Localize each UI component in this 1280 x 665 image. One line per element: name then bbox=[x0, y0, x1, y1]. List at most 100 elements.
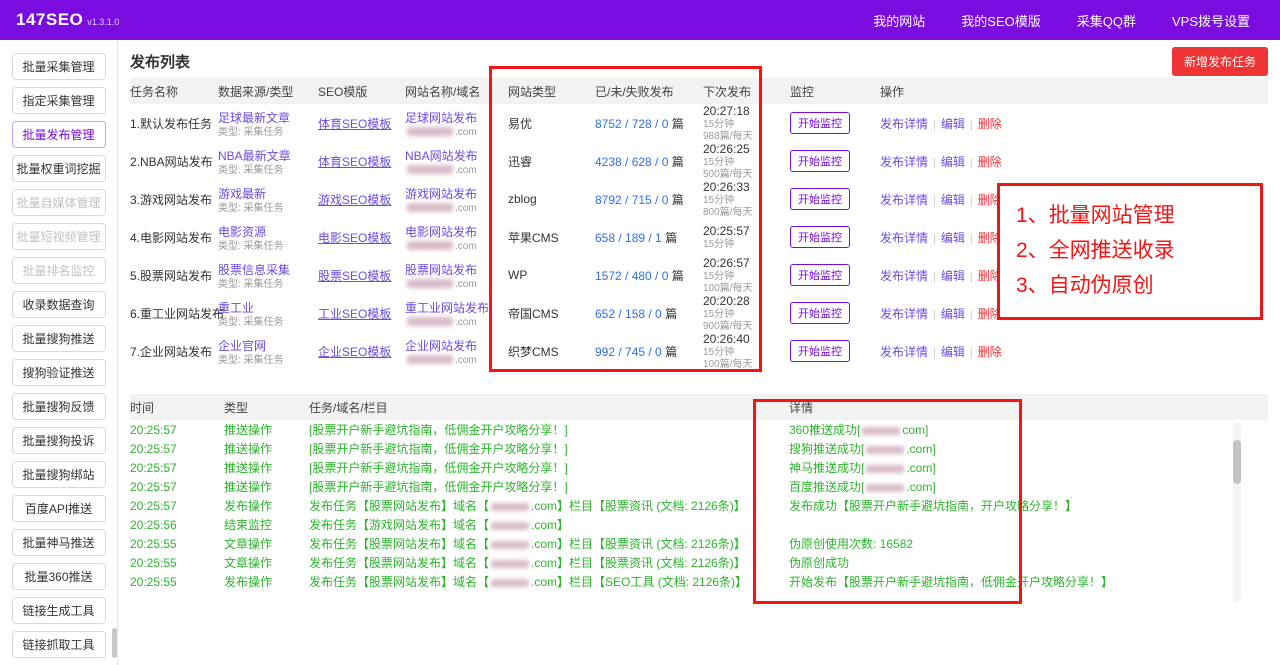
start-monitor-button[interactable]: 开始监控 bbox=[790, 340, 850, 362]
site-name-link[interactable]: 重工业网站发布 bbox=[405, 301, 489, 315]
edit-link[interactable]: 编辑 bbox=[941, 117, 965, 131]
data-source-link[interactable]: 重工业 bbox=[218, 301, 254, 315]
site-name-link[interactable]: 足球网站发布 bbox=[405, 111, 477, 125]
sidebar-item[interactable]: 批量360推送 bbox=[11, 563, 106, 590]
start-monitor-button[interactable]: 开始监控 bbox=[790, 112, 850, 134]
sidebar-item[interactable]: 批量搜狗投诉 bbox=[11, 427, 106, 454]
publish-detail-link[interactable]: 发布详情 bbox=[880, 231, 928, 245]
start-monitor-button[interactable]: 开始监控 bbox=[790, 226, 850, 248]
seo-template-link[interactable]: 体育SEO模板 bbox=[318, 155, 391, 169]
header-nav-item[interactable]: 我的SEO模版 bbox=[961, 11, 1040, 30]
data-source-link[interactable]: 企业官网 bbox=[218, 339, 266, 353]
site-name-link[interactable]: 电影网站发布 bbox=[405, 225, 477, 239]
sidebar-item[interactable]: 链接生成工具 bbox=[11, 597, 106, 624]
seo-template-link[interactable]: 电影SEO模板 bbox=[318, 231, 391, 245]
next-publish-time: 20:26:25 bbox=[703, 141, 750, 156]
publish-detail-link[interactable]: 发布详情 bbox=[880, 193, 928, 207]
task-name: 1.默认发布任务 bbox=[130, 116, 213, 131]
data-source-link[interactable]: NBA最新文章 bbox=[218, 149, 291, 163]
sidebar-item[interactable]: 百度API推送 bbox=[11, 495, 106, 522]
delete-link[interactable]: 删除 bbox=[978, 155, 1002, 169]
sidebar-item[interactable]: 链接抓取工具 bbox=[11, 631, 106, 658]
sidebar-item[interactable]: 批量神马推送 bbox=[11, 529, 106, 556]
data-source-link[interactable]: 足球最新文章 bbox=[218, 111, 290, 125]
edit-link[interactable]: 编辑 bbox=[941, 345, 965, 359]
redacted-domain bbox=[407, 203, 453, 213]
edit-link[interactable]: 编辑 bbox=[941, 193, 965, 207]
site-name-link[interactable]: 游戏网站发布 bbox=[405, 187, 477, 201]
redacted-domain bbox=[866, 464, 905, 473]
seo-template-link[interactable]: 工业SEO模板 bbox=[318, 307, 391, 321]
separator: | bbox=[933, 232, 936, 245]
log-table: 时间 类型 任务/域名/栏目 详情 20:25:57 推送操作 [股票开户新手避坑指南，低… bbox=[130, 394, 1268, 600]
sidebar-item[interactable]: 批量发布管理 bbox=[11, 121, 106, 148]
delete-link[interactable]: 删除 bbox=[978, 307, 1002, 321]
site-name-link[interactable]: 股票网站发布 bbox=[405, 263, 477, 277]
sidebar-item[interactable]: 批量搜狗反馈 bbox=[11, 393, 106, 420]
data-source-cell: 重工业 类型: 采集任务 bbox=[218, 299, 318, 328]
log-scrollbar[interactable] bbox=[1233, 422, 1241, 602]
publish-table-row: 4.电影网站发布 电影资源 类型: 采集任务 电影SEO模板 电影网站发布 .com 苹果C… bbox=[130, 218, 1268, 256]
separator: | bbox=[933, 194, 936, 207]
monitor-cell: 开始监控 bbox=[790, 150, 880, 172]
publish-detail-link[interactable]: 发布详情 bbox=[880, 155, 928, 169]
sidebar-item[interactable]: 批量权重词挖掘 bbox=[11, 155, 106, 182]
sidebar-item: 批量自媒体管理 bbox=[11, 189, 106, 216]
seo-template-link[interactable]: 游戏SEO模板 bbox=[318, 193, 391, 207]
next-publish-cell: 20:26:57 15分钟 100篇/每天 bbox=[703, 256, 790, 294]
counts-unit: 篇 bbox=[668, 192, 684, 207]
edit-link[interactable]: 编辑 bbox=[941, 231, 965, 245]
edit-link[interactable]: 编辑 bbox=[941, 269, 965, 283]
delete-link[interactable]: 删除 bbox=[978, 117, 1002, 131]
header-nav-item[interactable]: 采集QQ群 bbox=[1077, 11, 1136, 30]
publish-detail-link[interactable]: 发布详情 bbox=[880, 117, 928, 131]
app-version: v1.3.1.0 bbox=[87, 17, 120, 27]
title-row: 发布列表 新增发布任务 bbox=[130, 40, 1268, 78]
data-source-link[interactable]: 电影资源 bbox=[218, 225, 266, 239]
publish-detail-link[interactable]: 发布详情 bbox=[880, 269, 928, 283]
publish-detail-link[interactable]: 发布详情 bbox=[880, 345, 928, 359]
sidebar-item[interactable]: 搜狗验证推送 bbox=[11, 359, 106, 386]
seo-template-link[interactable]: 体育SEO模板 bbox=[318, 117, 391, 131]
delete-link[interactable]: 删除 bbox=[978, 269, 1002, 283]
sidebar-item[interactable]: 批量搜狗推送 bbox=[11, 325, 106, 352]
counts-unit: 篇 bbox=[668, 116, 684, 131]
site-name-link[interactable]: NBA网站发布 bbox=[405, 149, 478, 163]
publish-table-row: 1.默认发布任务 足球最新文章 类型: 采集任务 体育SEO模板 足球网站发布 .com 易… bbox=[130, 104, 1268, 142]
edit-link[interactable]: 编辑 bbox=[941, 155, 965, 169]
publish-detail-link[interactable]: 发布详情 bbox=[880, 307, 928, 321]
data-source-link[interactable]: 游戏最新 bbox=[218, 187, 266, 201]
sidebar-item[interactable]: 批量搜狗绑站 bbox=[11, 461, 106, 488]
start-monitor-button[interactable]: 开始监控 bbox=[790, 264, 850, 286]
new-task-button[interactable]: 新增发布任务 bbox=[1171, 46, 1268, 76]
start-monitor-button[interactable]: 开始监控 bbox=[790, 150, 850, 172]
delete-link[interactable]: 删除 bbox=[978, 231, 1002, 245]
redacted-domain bbox=[866, 445, 905, 454]
edit-link[interactable]: 编辑 bbox=[941, 307, 965, 321]
cms-type: 易优 bbox=[508, 116, 533, 131]
log-scrollbar-thumb[interactable] bbox=[1233, 440, 1241, 484]
log-detail: 伪原创使用次数: 16582 bbox=[789, 537, 914, 551]
sidebar-item[interactable]: 批量采集管理 bbox=[11, 53, 106, 80]
sidebar-item[interactable]: 指定采集管理 bbox=[11, 87, 106, 114]
next-publish-sub: 800篇/每天 bbox=[703, 206, 753, 218]
site-name-link[interactable]: 企业网站发布 bbox=[405, 339, 477, 353]
seo-template-link[interactable]: 企业SEO模板 bbox=[318, 345, 391, 359]
delete-link[interactable]: 删除 bbox=[978, 193, 1002, 207]
log-row: 20:25:57 发布操作 发布任务【股票网站发布】域名【 .com】栏目【股票资讯 … bbox=[130, 496, 1268, 515]
counts-cell: 8752 / 728 / 0 篇 bbox=[595, 115, 703, 132]
header-nav-item[interactable]: VPS拨号设置 bbox=[1172, 11, 1250, 30]
redacted-domain bbox=[407, 355, 453, 365]
start-monitor-button[interactable]: 开始监控 bbox=[790, 302, 850, 324]
app-logo[interactable]: 147SEO v1.3.1.0 bbox=[16, 10, 119, 30]
start-monitor-button[interactable]: 开始监控 bbox=[790, 188, 850, 210]
sidebar-scrollbar[interactable] bbox=[112, 628, 117, 658]
sidebar-item[interactable]: 收录数据查询 bbox=[11, 291, 106, 318]
log-detail: 搜狗推送成功[.com] bbox=[789, 442, 936, 456]
seo-template-link[interactable]: 股票SEO模板 bbox=[318, 269, 391, 283]
monitor-cell: 开始监控 bbox=[790, 302, 880, 324]
data-source-link[interactable]: 股票信息采集 bbox=[218, 263, 290, 277]
header-nav-item[interactable]: 我的网站 bbox=[873, 11, 925, 30]
delete-link[interactable]: 删除 bbox=[978, 345, 1002, 359]
log-time: 20:25:57 bbox=[130, 422, 177, 437]
